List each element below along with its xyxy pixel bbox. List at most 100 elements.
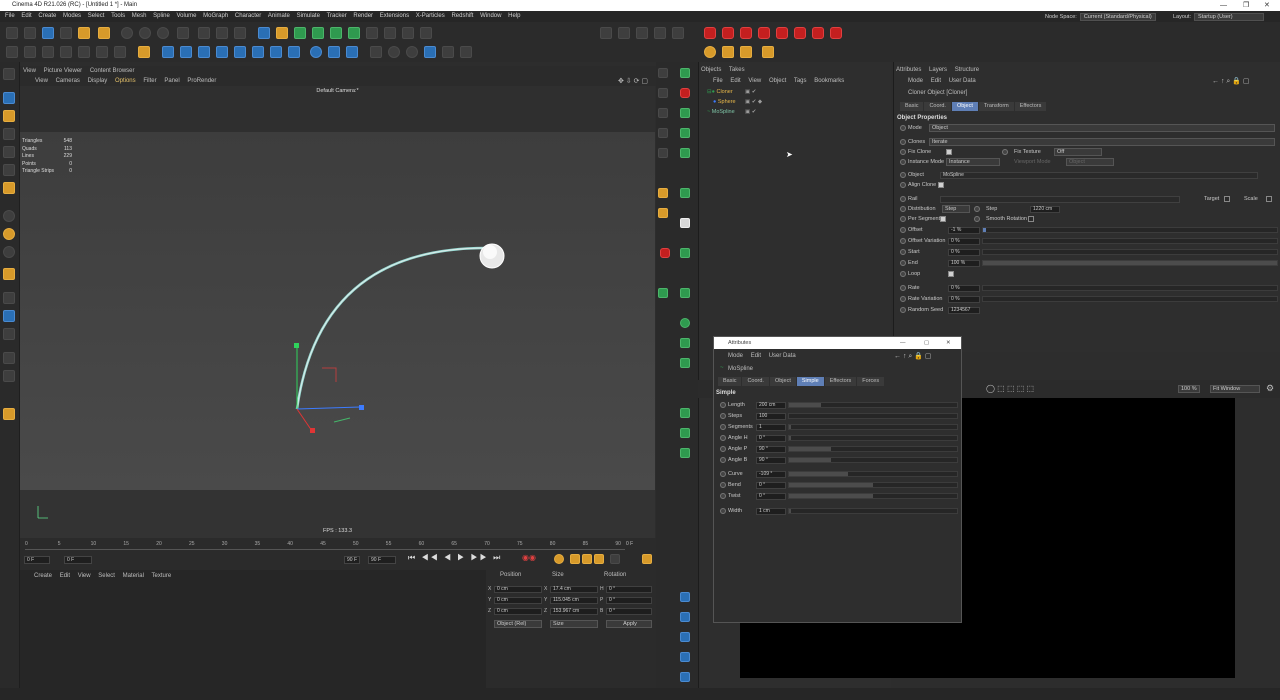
render-settings-icon[interactable] [234,27,246,39]
smooth-rotation-checkbox[interactable] [1028,216,1034,222]
distribution-dropdown[interactable]: Step [942,205,970,213]
param-slider[interactable] [788,413,958,419]
random-seed-field[interactable]: 1234567 [948,307,980,314]
param-slider[interactable] [788,508,958,514]
param-slider[interactable] [788,402,958,408]
tool-icon[interactable] [680,218,690,228]
per-segment-checkbox[interactable] [940,216,946,222]
tool-icon[interactable] [680,448,690,458]
param-value-field[interactable]: 1 [756,424,786,431]
points-mode-icon[interactable] [6,46,18,58]
xp-generator-icon[interactable] [740,27,752,39]
position-y-field[interactable]: 0 cm [494,597,542,604]
xref-icon[interactable] [3,408,15,420]
rotate-icon[interactable] [60,27,72,39]
animate-dot[interactable] [900,159,906,165]
param-value-field[interactable]: 90 ° [756,457,786,464]
tab-layers[interactable]: Layers [929,67,947,73]
tree-item-mospline[interactable]: ~ MoSpline ▣ ✔ [707,108,887,117]
polygons-icon[interactable] [3,182,15,194]
max-frame-field[interactable]: 90 F [368,556,396,564]
hair-icon[interactable] [180,46,192,58]
3d-viewport[interactable]: Default Camera:* Triangles 548 Quads 113 L… [20,86,655,538]
om-menu-tags[interactable]: Tags [794,78,807,84]
camera-icon[interactable] [384,27,396,39]
viewport-solo-icon[interactable] [3,352,15,364]
key-scale-icon[interactable] [582,554,592,564]
xp-explode-icon[interactable] [704,46,716,58]
animate-dot[interactable] [900,196,906,202]
float-menu-user-data[interactable]: User Data [769,353,796,359]
animate-dot[interactable] [900,139,906,145]
mat-menu-select[interactable]: Select [98,573,115,579]
rate-variation-field[interactable]: 0 % [948,296,980,303]
fix-clone-checkbox[interactable] [946,149,952,155]
pen-icon[interactable] [276,27,288,39]
animate-dot[interactable] [900,182,906,188]
current-frame-field[interactable]: 0 F [64,556,92,564]
xp-cache-icon[interactable] [812,27,824,39]
plane-icon[interactable] [346,46,358,58]
size-y-field[interactable]: 115.045 cm [550,597,598,604]
edges-icon[interactable] [3,164,15,176]
offset-field[interactable]: -1 % [948,227,980,234]
attr-menu-user-data[interactable]: User Data [949,78,976,84]
cube-red-icon[interactable] [660,248,670,258]
visibility-toggles[interactable]: ▣ ✔ [745,88,756,97]
tool-icon[interactable] [680,288,690,298]
animate-dot[interactable] [900,260,906,266]
start-field[interactable]: 0 % [948,249,980,256]
y-axis-icon[interactable] [139,27,151,39]
coord-mode-dropdown[interactable]: Object (Rel) [494,620,542,628]
menu-window[interactable]: Window [480,11,501,22]
grid-icon[interactable] [636,27,648,39]
tab-structure[interactable]: Structure [955,67,979,73]
animate-dot[interactable] [720,424,726,430]
animate-dot[interactable] [974,216,980,222]
xp-group-icon[interactable] [830,27,842,39]
param-slider[interactable] [788,424,958,430]
step-field[interactable]: 1220 cm [1030,206,1060,213]
texture-icon[interactable] [3,110,15,122]
param-slider[interactable] [788,435,958,441]
menu-help[interactable]: Help [508,11,520,22]
subdivision-icon[interactable] [294,27,306,39]
tool-icon[interactable] [680,68,690,78]
rotation-b-field[interactable]: 0 ° [606,608,652,615]
mat-menu-edit[interactable]: Edit [60,573,70,579]
menu-spline[interactable]: Spline [153,11,170,22]
animate-dot[interactable] [720,471,726,477]
xp-modifier-icon[interactable] [758,27,770,39]
bevel-icon[interactable] [288,46,300,58]
render-toolbar-icons[interactable]: ◯ ⬚ ⬚ ⬚ ⬚ [986,384,1034,393]
rate-variation-slider[interactable] [982,296,1278,302]
tweak-icon[interactable] [3,328,15,340]
animate-dot[interactable] [900,285,906,291]
slash-icon[interactable] [460,46,472,58]
param-slider[interactable] [788,482,958,488]
object-link-field[interactable]: MoSpline [940,172,1258,179]
tab-attributes[interactable]: Attributes [896,67,921,73]
xp-emitter-icon[interactable] [722,27,734,39]
rotation-p-field[interactable]: 0 ° [606,597,652,604]
float-tab-object[interactable]: Object [769,377,796,386]
menu-mograph[interactable]: MoGraph [203,11,228,22]
record-icon[interactable]: ◉◉ [522,553,536,562]
animate-dot[interactable] [900,206,906,212]
line-icon[interactable] [442,46,454,58]
om-menu-bookmarks[interactable]: Bookmarks [814,78,844,84]
rate-slider[interactable] [982,285,1278,291]
cube-icon[interactable] [258,27,270,39]
tab-transform[interactable]: Transform [978,102,1014,111]
attr-menu-edit[interactable]: Edit [931,78,941,84]
workplane-left-icon[interactable] [3,128,15,140]
float-menu-mode[interactable]: Mode [728,353,743,359]
om-menu-file[interactable]: File [713,78,723,84]
tool-icon[interactable] [680,128,690,138]
om-menu-object[interactable]: Object [769,78,786,84]
vp-menu-filter[interactable]: Filter [143,78,156,84]
float-tab-simple[interactable]: Simple [796,377,824,386]
menu-redshift[interactable]: Redshift [451,11,473,22]
mat-menu-material[interactable]: Material [123,573,144,579]
end-slider[interactable] [982,260,1278,266]
